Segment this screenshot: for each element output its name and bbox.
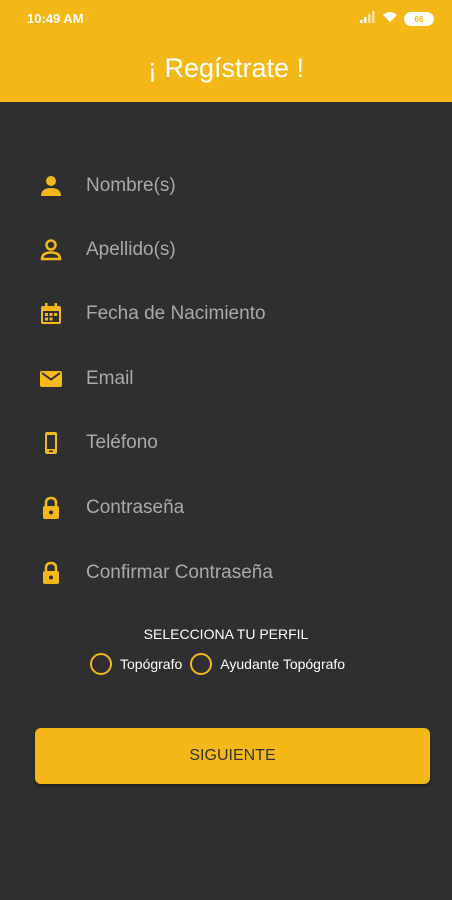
profile-label: SELECCIONA TU PERFIL xyxy=(143,626,309,642)
profile-radio-group: Topógrafo Ayudante Topógrafo xyxy=(90,652,345,676)
phone-field[interactable] xyxy=(38,423,418,463)
email-icon xyxy=(38,366,64,392)
signal-icon xyxy=(360,10,376,28)
radio-label: Topógrafo xyxy=(120,656,183,672)
lock-icon xyxy=(38,495,64,521)
password-field[interactable] xyxy=(38,488,418,528)
email-input[interactable] xyxy=(86,365,416,393)
status-icons: 66 xyxy=(360,11,434,27)
lock-icon xyxy=(38,560,64,586)
wifi-icon xyxy=(382,10,398,28)
radio-topografo[interactable]: Topógrafo xyxy=(90,653,182,675)
calendar-icon xyxy=(38,301,64,327)
email-field[interactable] xyxy=(38,359,418,399)
birthdate-input[interactable] xyxy=(86,300,416,328)
last-name-input[interactable] xyxy=(86,236,416,264)
radio-ayudante-topografo[interactable]: Ayudante Topógrafo xyxy=(190,653,345,675)
person-outline-icon xyxy=(38,237,64,263)
person-icon xyxy=(38,173,64,199)
status-time: 10:49 AM xyxy=(27,11,84,26)
radio-button[interactable] xyxy=(90,653,112,675)
next-button[interactable]: SIGUIENTE xyxy=(35,728,430,784)
radio-button[interactable] xyxy=(190,653,213,675)
confirm-password-field[interactable] xyxy=(38,553,418,593)
page-title: ¡ Regístrate ! xyxy=(147,53,305,83)
phone-input[interactable] xyxy=(86,429,416,457)
last-name-field[interactable] xyxy=(38,230,418,270)
status-bar: 10:49 AM 66 xyxy=(0,0,452,38)
confirm-password-input[interactable] xyxy=(86,559,416,587)
password-input[interactable] xyxy=(86,494,416,522)
first-name-field[interactable] xyxy=(38,166,418,206)
battery-icon: 66 xyxy=(404,12,434,26)
radio-label: Ayudante Topógrafo xyxy=(220,656,346,672)
app-header: 10:49 AM 66 ¡ Regístrate ! xyxy=(0,0,452,102)
phone-icon xyxy=(38,430,64,456)
birthdate-field[interactable] xyxy=(38,294,418,334)
first-name-input[interactable] xyxy=(86,172,416,200)
